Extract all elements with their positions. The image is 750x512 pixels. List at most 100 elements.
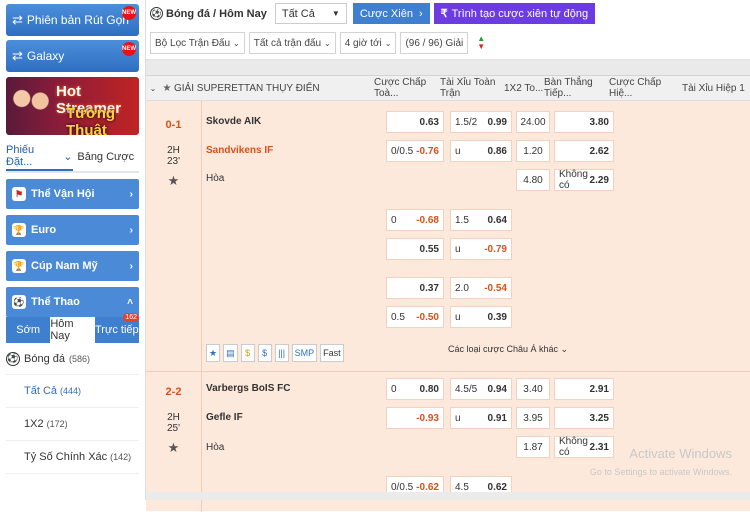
odds-value: -0.54 [484,282,507,294]
odds-cell[interactable]: 24.00 [516,111,550,133]
category-sports[interactable]: ⚽ Thể Thao ˄ [6,287,139,317]
sort-toggle[interactable]: ▲ ▼ [472,32,490,54]
odds-cell[interactable]: 3.40 [516,378,550,400]
filter-label: Bộ Lọc Trận Đấu [155,37,231,49]
chevron-right-icon: › [129,260,133,272]
odds-cell[interactable]: u -0.79 [450,238,512,260]
odds-cell[interactable]: 2.62 [554,140,614,162]
league-header[interactable]: ⌄ ★ GIẢI SUPERETTAN THỤY ĐIỂN Cược Chấp … [146,76,750,101]
arrow-down-icon: ▼ [477,42,486,51]
odds-cell[interactable]: 3.80 [554,111,614,133]
odds-cell[interactable]: 0.5 -0.50 [386,306,444,328]
hot-streamer-banner[interactable]: Hot Streamer Tường Thuật [6,77,139,135]
galaxy-label: Galaxy [26,49,65,63]
activate-windows-title: Activate Windows [629,446,732,461]
bet-tabs: Phiếu Đặt... ⌄ Bảng Cược [6,143,139,173]
parlay-button[interactable]: Cược Xiên › [352,3,430,24]
main-panel: ⚽ Bóng đá / Hôm Nay Tất Cả ▼ Cược Xiên › ₹… [146,0,750,512]
chevron-down-icon: ⌄ [233,38,240,48]
chevron-down-icon: ⌄ [324,38,331,48]
tab-live-label: Trực tiếp [95,324,139,336]
odds-cell[interactable]: u 0.39 [450,306,512,328]
tab-today[interactable]: Hôm Nay [50,317,95,343]
favorite-star-icon[interactable]: ★ [146,440,201,456]
stats-icon[interactable]: ▤ [223,344,238,362]
odds-cell[interactable]: 0.55 [386,238,444,260]
odds-cell[interactable]: 4.80 [516,169,550,191]
tab-early[interactable]: Sớm [6,317,50,343]
odds-cell[interactable]: 2.91 [554,378,614,400]
odds-cell[interactable]: 4.5/5 0.94 [450,378,512,400]
filter-label: 4 giờ tới [344,37,382,49]
match-minute: 25' [166,423,181,434]
market-count: (142) [110,452,132,462]
odds-cell[interactable]: 1.87 [516,436,550,458]
star-icon[interactable]: ★ [206,344,221,362]
league-select[interactable]: (96 / 96) Giải [400,32,469,54]
tab-bet-list[interactable]: Bảng Cược [73,143,140,171]
all-matches-select[interactable]: Tất cả trận đấu ⌄ [248,32,336,54]
category-euro[interactable]: 🏆 Euro › [6,215,139,245]
fast-button[interactable]: Fast [320,344,344,362]
football-icon: ⚽ [150,7,163,20]
chevron-down-icon: ⌄ [384,38,392,48]
market-select[interactable]: Tất Cả ▼ [274,3,347,24]
match-filter-select[interactable]: Bộ Lọc Trận Đấu ⌄ [150,32,245,54]
odds-cell[interactable]: 0.63 [386,111,444,133]
odds-value: 0.37 [419,282,439,294]
odds-cell[interactable]: 0 0.80 [386,378,444,400]
star-icon[interactable]: ★ [160,83,174,94]
more-asian-markets-link[interactable]: Các loại cược Châu Á khác ⌄ [448,344,568,355]
odds-cell[interactable]: 0/0.5 -0.76 [386,140,444,162]
compact-version-button[interactable]: ⇄ Phiên bản Rút Gọn NEW [6,4,139,36]
line: Không có [559,169,588,191]
odds-cell[interactable]: -0.93 [386,407,444,429]
compact-version-label: Phiên bản Rút Gọn [26,13,129,27]
odds-cell[interactable]: 3.95 [516,407,550,429]
smp-button[interactable]: SMP [291,344,318,362]
line: 0 [391,214,397,226]
market-count: (444) [60,386,82,396]
odds-cell[interactable]: 1.20 [516,140,550,162]
match-score: 2-2 [165,386,182,398]
tab-bet-slip[interactable]: Phiếu Đặt... ⌄ [6,143,73,171]
streamer-photo [8,81,54,131]
category-copa-america[interactable]: 🏆 Cúp Nam Mỹ › [6,251,139,281]
line: 0/0.5 [391,145,414,157]
league-name: GIẢI SUPERETTAN THỤY ĐIỂN [174,82,320,94]
horizontal-scrollbar[interactable] [146,492,750,500]
bar-chart-icon[interactable]: ||| [274,344,289,362]
chevron-right-icon: › [129,224,133,236]
col-next-goal: Bàn Thắng Tiếp... [544,77,593,99]
parlay-label: Cược Xiên [359,7,413,20]
col-first-half-handicap: Cược Chấp Hiệ... [609,77,662,99]
tab-live[interactable]: Trực tiếp 162 [95,313,139,343]
sport-football[interactable]: ⚽ Bóng đá (586) [6,343,139,375]
dollar-icon[interactable]: $ [257,344,272,362]
category-olympics[interactable]: ⚑ Thể Vận Hội › [6,179,139,209]
odds-cell[interactable]: 2.0 -0.54 [450,277,512,299]
odds-cell[interactable]: u 0.86 [450,140,512,162]
odds-cell[interactable]: 1.5 0.64 [450,209,512,231]
odds-value: 2.62 [589,145,609,157]
new-badge: NEW [122,6,136,20]
odds-cell[interactable]: 1.5/2 0.99 [450,111,512,133]
odds-cell[interactable]: u 0.91 [450,407,512,429]
odds-cell[interactable]: Không có 2.31 [554,436,614,458]
odds-cell[interactable]: Không có 2.29 [554,169,614,191]
odds-cell[interactable]: 3.25 [554,407,614,429]
odds-cell[interactable]: 0 -0.68 [386,209,444,231]
favorite-star-icon[interactable]: ★ [146,173,201,189]
coin-icon[interactable]: $ [240,344,255,362]
market-correct-score[interactable]: Tỷ Số Chính Xác (142) [6,441,139,474]
football-icon: ⚽ [6,351,20,366]
line: 4.5 [455,481,469,493]
market-all[interactable]: Tất Cả (444) [6,375,139,408]
match-half: 2H [167,145,180,156]
galaxy-button[interactable]: ⇄ Galaxy NEW [6,40,139,72]
odds-cell[interactable]: 0.37 [386,277,444,299]
filter-label: Tất cả trận đấu [253,37,322,49]
auto-parlay-builder-button[interactable]: ₹ Trình tạo cược xiên tự động [433,3,596,24]
time-select[interactable]: 4 giờ tới ⌄ [339,32,397,54]
market-1x2[interactable]: 1X2 (172) [6,408,139,441]
